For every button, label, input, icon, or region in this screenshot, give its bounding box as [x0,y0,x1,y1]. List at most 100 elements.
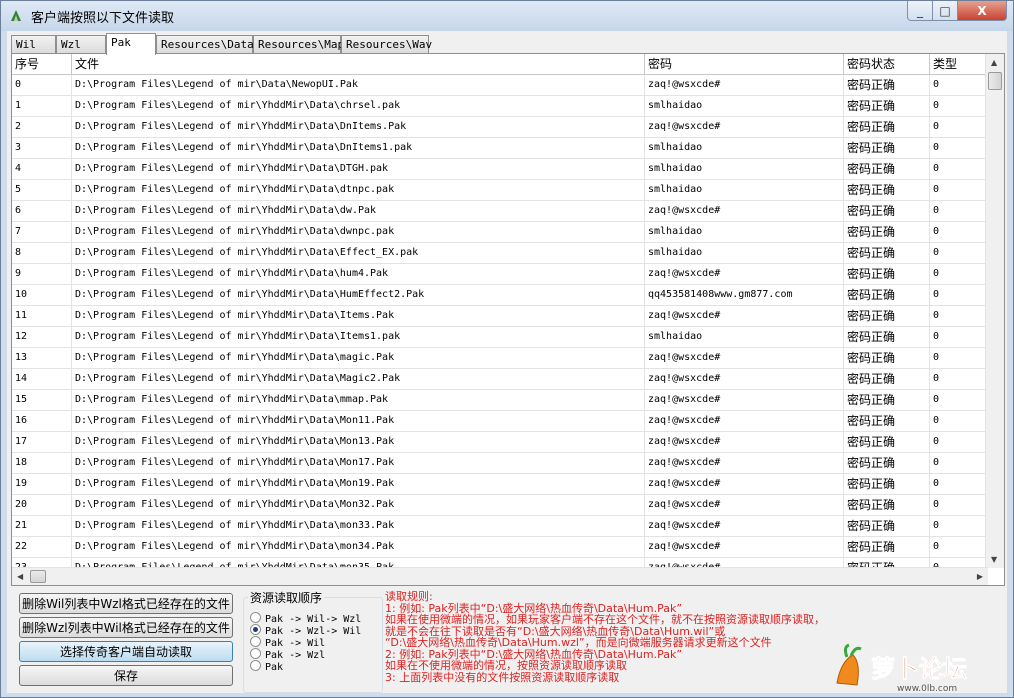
cell-password-status: 密码正确 [844,159,930,179]
cell-password-status: 密码正确 [844,369,930,389]
cell-type: 0 [930,474,986,494]
tab-wzl[interactable]: Wzl [56,35,106,53]
table-row[interactable]: 18 D:\Program Files\Legend of mir\YhddMir… [12,453,986,474]
cell-type: 0 [930,285,986,305]
table-row[interactable]: 4 D:\Program Files\Legend of mir\YhddMir\… [12,159,986,180]
cell-password-status: 密码正确 [844,117,930,137]
table-row[interactable]: 6 D:\Program Files\Legend of mir\YhddMir\… [12,201,986,222]
save-button[interactable]: 保存 [19,665,233,686]
cell-password: smlhaidao [645,327,844,347]
cell-password-status: 密码正确 [844,306,930,326]
table-row[interactable]: 3 D:\Program Files\Legend of mir\YhddMir\… [12,138,986,159]
header-index[interactable]: 序号 [12,54,72,74]
cell-index: 3 [12,138,72,158]
note-line: 如果在不使用微端的情况，按照资源读取顺序读取 [385,659,627,672]
order-option-pak[interactable]: Pak [250,660,283,673]
cell-file-path: D:\Program Files\Legend of mir\YhddMir\D… [72,96,645,116]
header-file[interactable]: 文件 [72,54,645,74]
table-row[interactable]: 5 D:\Program Files\Legend of mir\YhddMir\… [12,180,986,201]
maximize-button[interactable]: □ [932,1,958,21]
radio-icon[interactable] [250,612,261,623]
header-password-status[interactable]: 密码状态 [844,54,930,74]
table-row[interactable]: 0 D:\Program Files\Legend of mir\Data\New… [12,75,986,96]
table-row[interactable]: 2 D:\Program Files\Legend of mir\YhddMir\… [12,117,986,138]
header-password[interactable]: 密码 [645,54,844,74]
cell-file-path: D:\Program Files\Legend of mir\YhddMir\D… [72,516,645,536]
close-button[interactable]: X [957,1,1007,21]
scroll-left-icon[interactable]: ◀ [17,572,23,581]
cell-password: zaq!@wsxcde# [645,201,844,221]
title-bar[interactable]: 客户端按照以下文件读取 _ □ X [1,1,1013,31]
auto-read-client-button[interactable]: 选择传奇客户端自动读取 [19,641,233,662]
note-line: “D:\盛大网络\热血传奇\Data\Hum.wzl”，而是向微端服务器请求更新… [385,636,772,649]
table-row[interactable]: 16 D:\Program Files\Legend of mir\YhddMir… [12,411,986,432]
table-row[interactable]: 22 D:\Program Files\Legend of mir\YhddMir… [12,537,986,558]
radio-icon[interactable] [250,648,261,659]
table-row[interactable]: 8 D:\Program Files\Legend of mir\YhddMir\… [12,243,986,264]
horizontal-scrollbar[interactable]: ◀ ▶ [12,567,988,585]
delete-wil-duplicates-button[interactable]: 删除Wil列表中Wzl格式已经存在的文件 [19,593,233,614]
cell-type: 0 [930,495,986,515]
table-row[interactable]: 1 D:\Program Files\Legend of mir\YhddMir\… [12,96,986,117]
table-row[interactable]: 7 D:\Program Files\Legend of mir\YhddMir\… [12,222,986,243]
table-row[interactable]: 12 D:\Program Files\Legend of mir\YhddMir… [12,327,986,348]
table-row[interactable]: 13 D:\Program Files\Legend of mir\YhddMir… [12,348,986,369]
table-row[interactable]: 21 D:\Program Files\Legend of mir\YhddMir… [12,516,986,537]
cell-index: 22 [12,537,72,557]
tab-resources-wav[interactable]: Resources\Wav [341,35,432,53]
cell-password-status: 密码正确 [844,537,930,557]
table-row[interactable]: 11 D:\Program Files\Legend of mir\YhddMir… [12,306,986,327]
radio-icon[interactable] [250,660,261,671]
cell-password: zaq!@wsxcde# [645,432,844,452]
order-option-pak-wzl[interactable]: Pak -> Wzl [250,648,325,661]
order-option-pak-wzl-wil[interactable]: Pak -> Wzl-> Wil [250,624,361,637]
main-window: 客户端按照以下文件读取 _ □ X Wil Wzl Pak Resources\… [0,0,1014,698]
cell-file-path: D:\Program Files\Legend of mir\YhddMir\D… [72,159,645,179]
table-row[interactable]: 17 D:\Program Files\Legend of mir\YhddMir… [12,432,986,453]
header-type[interactable]: 类型 [930,54,986,74]
cell-password-status: 密码正确 [844,75,930,95]
cell-password: zaq!@wsxcde# [645,75,844,95]
table-row[interactable]: 20 D:\Program Files\Legend of mir\YhddMir… [12,495,986,516]
table-row[interactable]: 9 D:\Program Files\Legend of mir\YhddMir\… [12,264,986,285]
cell-type: 0 [930,348,986,368]
cell-index: 8 [12,243,72,263]
cell-password-status: 密码正确 [844,96,930,116]
cell-password-status: 密码正确 [844,327,930,347]
cell-file-path: D:\Program Files\Legend of mir\YhddMir\D… [72,117,645,137]
tab-pak[interactable]: Pak [106,33,156,55]
minimize-button[interactable]: _ [907,1,933,21]
cell-type: 0 [930,159,986,179]
order-option-pak-wil[interactable]: Pak -> Wil [250,636,325,649]
tab-resources-map[interactable]: Resources\Map [253,35,344,53]
vertical-scrollbar[interactable]: ▲ ▼ [985,54,1004,568]
cell-password: zaq!@wsxcde# [645,117,844,137]
cell-file-path: D:\Program Files\Legend of mir\YhddMir\D… [72,327,645,347]
cell-password: zaq!@wsxcde# [645,516,844,536]
file-table[interactable]: 序号 文件 密码 密码状态 类型 0 D:\Program Files\Legen… [11,53,1005,586]
cell-password: smlhaidao [645,159,844,179]
cell-index: 17 [12,432,72,452]
vertical-scroll-thumb[interactable] [988,72,1002,90]
tab-wil[interactable]: Wil [11,35,56,53]
scroll-down-icon[interactable]: ▼ [991,555,997,564]
table-row[interactable]: 10 D:\Program Files\Legend of mir\YhddMir… [12,285,986,306]
radio-selected-icon[interactable] [250,624,261,635]
table-row[interactable]: 19 D:\Program Files\Legend of mir\YhddMir… [12,474,986,495]
read-order-title: 资源读取顺序 [248,589,325,606]
cell-index: 10 [12,285,72,305]
cell-index: 11 [12,306,72,326]
cell-file-path: D:\Program Files\Legend of mir\YhddMir\D… [72,348,645,368]
table-row[interactable]: 15 D:\Program Files\Legend of mir\YhddMir… [12,390,986,411]
delete-wzl-duplicates-button[interactable]: 删除Wzl列表中Wil格式已经存在的文件 [19,617,233,638]
horizontal-scroll-thumb[interactable] [30,570,46,583]
tab-resources-data[interactable]: Resources\Data [156,35,254,53]
scroll-up-icon[interactable]: ▲ [991,58,997,67]
radio-icon[interactable] [250,636,261,647]
table-row[interactable]: 14 D:\Program Files\Legend of mir\YhddMir… [12,369,986,390]
cell-password-status: 密码正确 [844,222,930,242]
order-option-pak-wil-wzl[interactable]: Pak -> Wil-> Wzl [250,612,361,625]
client-area: Wil Wzl Pak Resources\Data Resources\Map… [7,31,1007,694]
scroll-right-icon[interactable]: ▶ [977,572,983,581]
cell-type: 0 [930,75,986,95]
